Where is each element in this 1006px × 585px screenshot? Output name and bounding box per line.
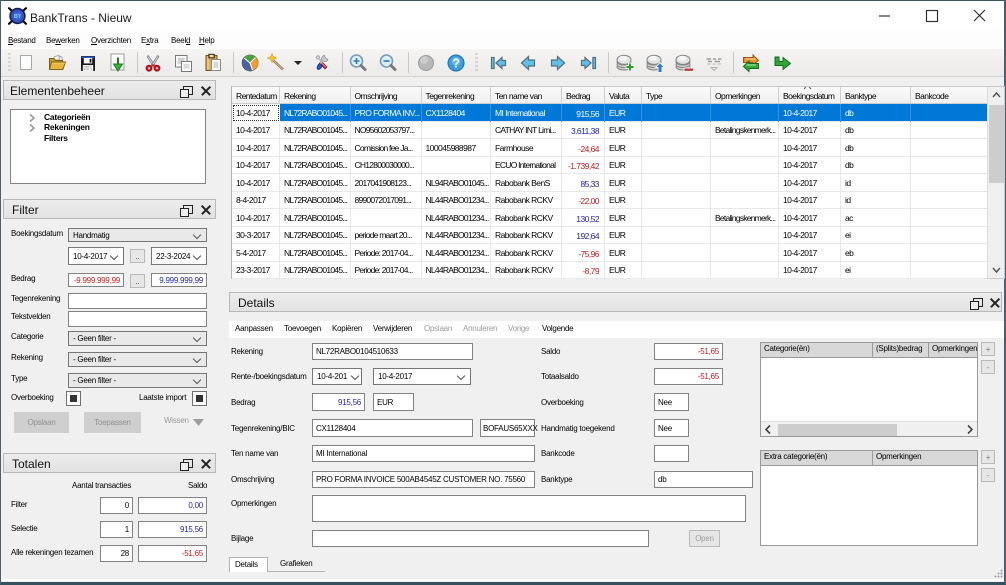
svg-text:BT: BT [14, 14, 22, 20]
svg-text:?: ? [452, 57, 459, 71]
